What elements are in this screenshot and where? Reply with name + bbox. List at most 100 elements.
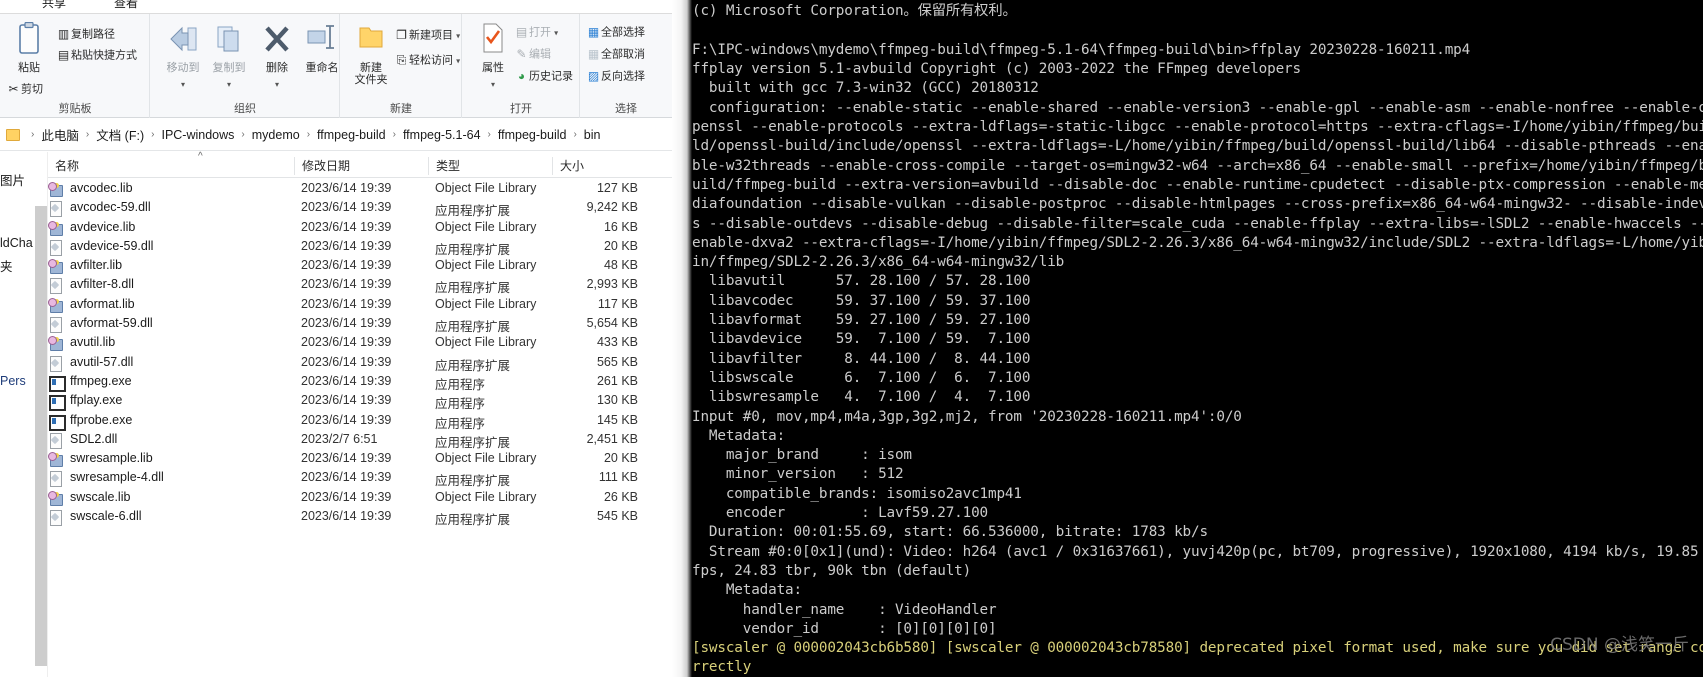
breadcrumb-separator[interactable]: › (24, 129, 41, 140)
file-row[interactable]: avdevice.lib 2023/6/14 19:39 Object File L… (48, 219, 672, 238)
delete-caret-icon[interactable]: ▾ (275, 80, 279, 89)
file-type: 应用程序扩展 (435, 513, 511, 528)
paste-button[interactable]: 粘贴 (6, 21, 52, 74)
file-row[interactable]: ffmpeg.exe 2023/6/14 19:39 应用程序 261 KB (48, 373, 672, 392)
nav-pane-item[interactable]: 图片 (0, 170, 25, 189)
file-row[interactable]: avformat-59.dll 2023/6/14 19:39 应用程序扩展 5,65… (48, 315, 672, 334)
column-header-name[interactable]: 名称 (48, 157, 253, 175)
breadcrumb-item[interactable]: bin (584, 128, 601, 142)
scrollbar-thumb[interactable] (35, 206, 47, 666)
file-row[interactable]: swscale-6.dll 2023/6/14 19:39 应用程序扩展 545 KB (48, 508, 672, 527)
breadcrumb-item[interactable]: ffmpeg-5.1-64 (403, 128, 481, 142)
nav-pane-item[interactable]: Pers (0, 374, 26, 388)
file-row[interactable]: avfilter-8.dll 2023/6/14 19:39 应用程序扩展 2,993… (48, 276, 672, 295)
breadcrumb-separator[interactable]: › (79, 129, 96, 140)
clipboard-icon (6, 21, 52, 62)
terminal-line: libavutil 57. 28.100 / 57. 28.100 (692, 273, 1031, 290)
breadcrumb-item[interactable]: ffmpeg-build (317, 128, 386, 142)
new-item-button[interactable]: ❐ 新建项目 ▾ (394, 27, 460, 44)
paste-shortcut-button[interactable]: ▤ 粘贴快捷方式 (56, 47, 137, 64)
breadcrumb-separator[interactable]: › (386, 129, 403, 140)
file-type: Object File Library (435, 335, 537, 350)
file-row[interactable]: avcodec.lib 2023/6/14 19:39 Object File Li… (48, 180, 672, 199)
select-none-label: 全部取消 (601, 48, 645, 61)
nav-pane-item[interactable]: ldCha (0, 236, 33, 250)
easy-access-button[interactable]: ⎘ 轻松访问 ▾ (394, 52, 460, 69)
file-type: 应用程序 (435, 416, 486, 431)
terminal-line: libavformat 59. 27.100 / 59. 27.100 (692, 312, 1031, 329)
select-none-icon: ▦ (587, 47, 600, 61)
breadcrumb-separator[interactable]: › (481, 129, 498, 140)
file-row[interactable]: avdevice-59.dll 2023/6/14 19:39 应用程序扩展 20 K… (48, 238, 672, 257)
breadcrumb-item[interactable]: IPC-windows (161, 128, 234, 142)
breadcrumb-item[interactable]: 文档 (F:) (96, 125, 144, 144)
file-row[interactable]: avutil.lib 2023/6/14 19:39 Object File Lib… (48, 334, 672, 353)
nav-pane-item[interactable]: 夹 (0, 256, 13, 275)
file-type: 应用程序扩展 (435, 474, 511, 489)
file-row[interactable]: avfilter.lib 2023/6/14 19:39 Object File L… (48, 257, 672, 276)
breadcrumb[interactable]: › 此电脑 › 文档 (F:) › IPC-windows › mydemo › ffmpeg-b… (0, 119, 672, 151)
properties-button[interactable]: 属性 ▾ (470, 22, 516, 92)
move-to-button[interactable]: 移动到 ▾ (160, 22, 206, 92)
copy-to-caret-icon[interactable]: ▾ (227, 80, 231, 89)
breadcrumb-item[interactable]: ffmpeg-build (498, 128, 567, 142)
copy-path-button[interactable]: ▥ 复制路径 (56, 26, 115, 43)
file-type: 应用程序 (435, 397, 486, 412)
column-header-date[interactable]: 修改日期 (294, 157, 428, 175)
file-row[interactable]: swscale.lib 2023/6/14 19:39 Object File Li… (48, 489, 672, 508)
scroll-up-arrow-icon[interactable]: scroll-up-arrow-icon (35, 154, 47, 166)
terminal-line: Stream #0:0[0x1](und): Video: h264 (avc1… (692, 543, 1699, 560)
move-to-caret-icon[interactable]: ▾ (181, 80, 185, 89)
rename-button[interactable]: 重命名 (298, 22, 346, 74)
breadcrumb-separator[interactable]: › (144, 129, 161, 140)
file-row[interactable]: ffprobe.exe 2023/6/14 19:39 应用程序 145 KB (48, 412, 672, 431)
properties-icon (470, 22, 516, 62)
select-none-button[interactable]: ▦ 全部取消 (586, 46, 645, 63)
breadcrumb-separator[interactable]: › (566, 129, 583, 140)
edit-pencil-icon: ✎ (516, 47, 527, 61)
invert-selection-button[interactable]: ▨ 反向选择 (586, 68, 645, 85)
column-header-type[interactable]: 类型 (428, 157, 552, 175)
file-name: swscale-6.dll (70, 509, 142, 524)
sort-ascending-icon: ^ (198, 151, 203, 162)
file-name: avcodec.lib (70, 181, 133, 195)
file-row[interactable]: swresample-4.dll 2023/6/14 19:39 应用程序扩展 111… (48, 469, 672, 488)
breadcrumb-separator[interactable]: › (234, 129, 251, 140)
file-row[interactable]: avutil-57.dll 2023/6/14 19:39 应用程序扩展 565 KB (48, 354, 672, 373)
edit-button[interactable]: ✎ 编辑 (514, 46, 551, 63)
file-row[interactable]: avcodec-59.dll 2023/6/14 19:39 应用程序扩展 9,242… (48, 199, 672, 218)
breadcrumb-separator[interactable]: › (300, 129, 317, 140)
cut-button[interactable]: ✂ 剪切 (6, 81, 43, 98)
copy-to-button[interactable]: 复制到 ▾ (206, 22, 252, 92)
file-row[interactable]: avformat.lib 2023/6/14 19:39 Object File L… (48, 296, 672, 315)
file-row[interactable]: SDL2.dll 2023/2/7 6:51 应用程序扩展 2,451 KB (48, 431, 672, 450)
column-header-size[interactable]: 大小 (552, 157, 652, 175)
tab-view[interactable]: 查看 (108, 0, 144, 13)
open-button[interactable]: ▤ 打开 ▾ (514, 24, 558, 41)
file-row[interactable]: ffplay.exe 2023/6/14 19:39 应用程序 130 KB (48, 392, 672, 412)
new-item-caret-icon[interactable]: ▾ (456, 31, 460, 40)
select-all-button[interactable]: ▦ 全部选择 (586, 24, 645, 41)
file-type: Object File Library (435, 258, 537, 273)
file-date: 2023/6/14 19:39 (301, 181, 392, 195)
invert-selection-icon: ▨ (587, 69, 600, 83)
properties-caret-icon[interactable]: ▾ (491, 80, 495, 89)
file-name: avutil.lib (70, 335, 116, 350)
exe-file-icon (48, 394, 66, 412)
open-caret-icon[interactable]: ▾ (554, 28, 558, 37)
file-row[interactable]: swresample.lib 2023/6/14 19:39 Object File… (48, 450, 672, 469)
select-all-icon: ▦ (587, 25, 600, 39)
new-folder-button[interactable]: 新建 文件夹 (348, 22, 394, 86)
command-prompt-window[interactable]: Microsoft Windows [版本 10.0.19044.2728](c… (672, 0, 1703, 677)
delete-button[interactable]: 删除 ▾ (254, 22, 300, 92)
history-button[interactable]: ◕ 历史记录 (514, 68, 573, 85)
file-list-scrollbar[interactable]: scroll-up-arrow-icon (34, 152, 48, 677)
paste-shortcut-label: 粘贴快捷方式 (71, 49, 137, 62)
easy-access-caret-icon[interactable]: ▾ (456, 56, 460, 65)
file-date: 2023/6/14 19:39 (301, 219, 392, 234)
file-date: 2023/6/14 19:39 (301, 393, 392, 408)
breadcrumb-item[interactable]: mydemo (252, 128, 300, 142)
tab-share[interactable]: 共享 (36, 0, 72, 13)
breadcrumb-item[interactable]: 此电脑 (41, 125, 79, 144)
terminal-line: uild/ffmpeg-build --extra-version=avbuil… (692, 176, 1703, 193)
